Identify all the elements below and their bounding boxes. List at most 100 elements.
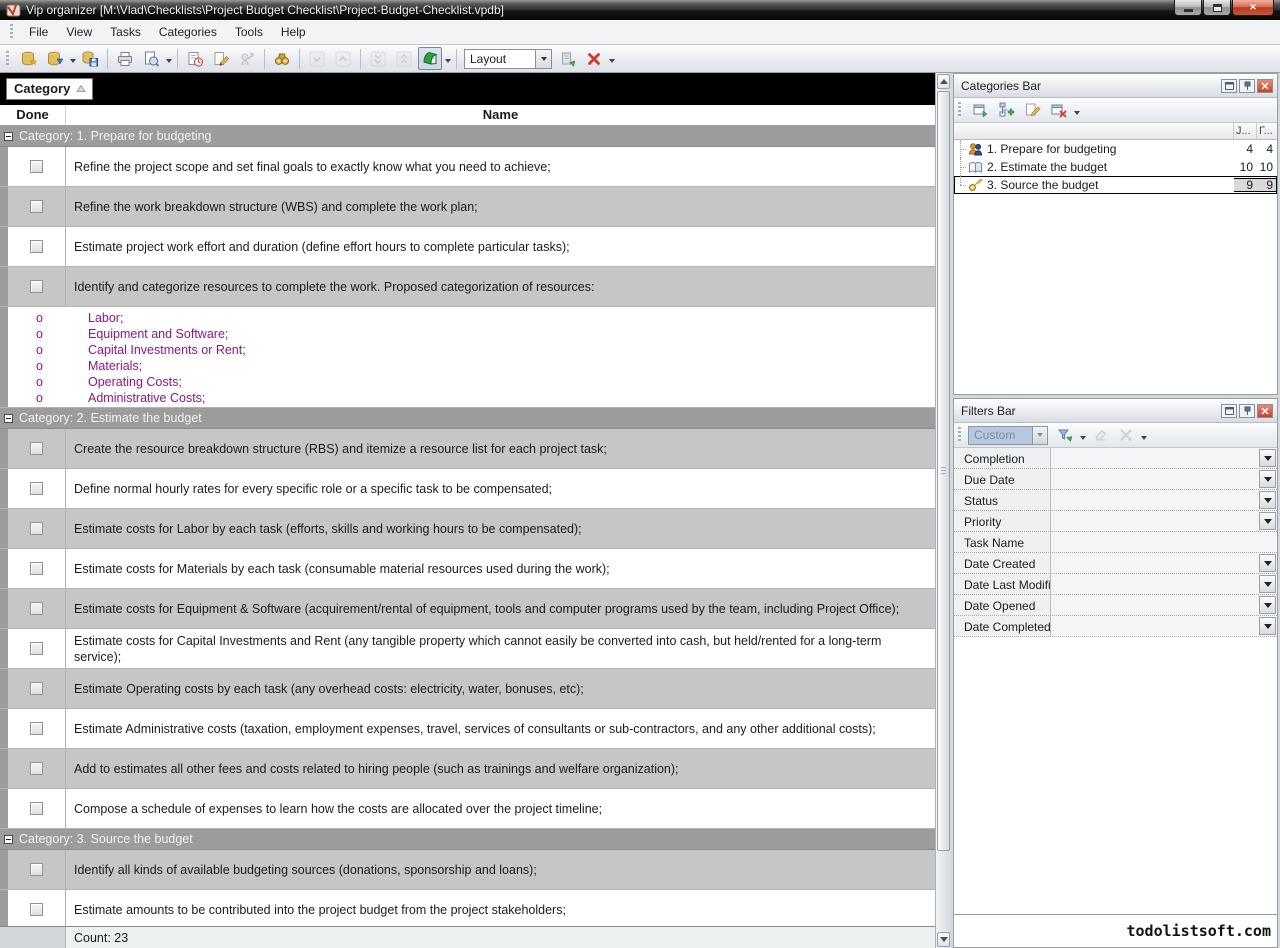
filter-value-cell[interactable]: [1051, 448, 1277, 468]
menu-categories[interactable]: Categories: [150, 22, 226, 42]
menu-file[interactable]: File: [20, 22, 57, 42]
move-top-icon[interactable]: [392, 47, 416, 70]
done-checkbox[interactable]: [30, 682, 43, 695]
filter-value-cell[interactable]: [1051, 511, 1277, 531]
categories-pin-icon[interactable]: [1239, 79, 1255, 93]
delete-category-icon[interactable]: [1047, 99, 1071, 122]
layout-view-icon[interactable]: [418, 47, 442, 70]
minimize-button[interactable]: [1174, 0, 1202, 16]
category-item[interactable]: 2. Estimate the budget1010: [954, 158, 1277, 176]
move-down-icon[interactable]: [305, 47, 329, 70]
menu-view[interactable]: View: [57, 22, 101, 42]
filters-pin-icon[interactable]: [1239, 404, 1255, 418]
done-checkbox[interactable]: [30, 903, 43, 916]
filters-close-icon[interactable]: [1257, 404, 1273, 418]
bullet-list-row[interactable]: oLabor;oEquipment and Software;oCapital …: [0, 307, 935, 408]
filter-preset-select[interactable]: Custom: [968, 426, 1048, 445]
filter-value-cell[interactable]: [1051, 553, 1277, 573]
done-checkbox[interactable]: [30, 482, 43, 495]
task-row[interactable]: Estimate costs for Labor by each task (e…: [0, 509, 935, 549]
remove-filter-icon[interactable]: [1114, 424, 1138, 447]
filter-dropdown-icon[interactable]: [1259, 491, 1276, 509]
apply-filter-dropdown-icon[interactable]: [1078, 424, 1087, 447]
task-row[interactable]: Identify all kinds of available budgetin…: [0, 850, 935, 890]
categories-maximize-icon[interactable]: [1221, 79, 1237, 93]
done-checkbox[interactable]: [30, 762, 43, 775]
collapse-toggle-icon[interactable]: [4, 132, 13, 141]
filter-value-cell[interactable]: [1051, 532, 1277, 552]
task-row[interactable]: Compose a schedule of expenses to learn …: [0, 789, 935, 829]
group-by-category[interactable]: Category: [6, 78, 93, 100]
task-row[interactable]: Estimate Administrative costs (taxation,…: [0, 709, 935, 749]
menu-tools[interactable]: Tools: [226, 22, 272, 42]
done-checkbox[interactable]: [30, 522, 43, 535]
apply-layout-icon[interactable]: [556, 47, 580, 70]
filter-value-cell[interactable]: [1051, 616, 1277, 636]
filter-value-cell[interactable]: [1051, 469, 1277, 489]
task-row[interactable]: Estimate amounts to be contributed into …: [0, 890, 935, 926]
done-checkbox[interactable]: [30, 240, 43, 253]
open-dropdown-icon[interactable]: [68, 47, 77, 70]
new-category-icon[interactable]: [969, 99, 993, 122]
task-row[interactable]: Refine the work breakdown structure (WBS…: [0, 187, 935, 227]
task-row[interactable]: Create the resource breakdown structure …: [0, 429, 935, 469]
apply-filter-icon[interactable]: [1053, 424, 1077, 447]
permissions-icon[interactable]: [235, 47, 259, 70]
task-row[interactable]: Estimate project work effort and duratio…: [0, 227, 935, 267]
filter-value-cell[interactable]: [1051, 595, 1277, 615]
done-checkbox[interactable]: [30, 863, 43, 876]
filter-dropdown-icon[interactable]: [1259, 596, 1276, 614]
categories-toolbar-overflow-icon[interactable]: [1072, 99, 1081, 122]
filter-dropdown-icon[interactable]: [1259, 617, 1276, 635]
filter-dropdown-icon[interactable]: [1259, 470, 1276, 488]
new-database-icon[interactable]: [17, 47, 41, 70]
done-checkbox[interactable]: [30, 722, 43, 735]
column-header-name[interactable]: Name: [66, 105, 935, 125]
move-up-icon[interactable]: [331, 47, 355, 70]
filter-value-cell[interactable]: [1051, 574, 1277, 594]
layout-select-arrow-icon[interactable]: [535, 50, 551, 68]
move-bottom-icon[interactable]: [366, 47, 390, 70]
collapse-toggle-icon[interactable]: [4, 414, 13, 423]
group-row[interactable]: Category: 3. Source the budget: [0, 829, 935, 850]
scroll-up-icon[interactable]: [937, 74, 950, 89]
group-row[interactable]: Category: 2. Estimate the budget: [0, 408, 935, 429]
edit-category-icon[interactable]: [1021, 99, 1045, 122]
done-checkbox[interactable]: [30, 200, 43, 213]
new-task-icon[interactable]: [183, 47, 207, 70]
collapse-toggle-icon[interactable]: [4, 835, 13, 844]
column-header-done[interactable]: Done: [0, 105, 66, 125]
print-icon[interactable]: [113, 47, 137, 70]
categories-close-icon[interactable]: [1257, 79, 1273, 93]
category-item[interactable]: 3. Source the budget99: [954, 176, 1277, 194]
filter-dropdown-icon[interactable]: [1259, 554, 1276, 572]
scroll-down-icon[interactable]: [937, 932, 950, 947]
find-icon[interactable]: [270, 47, 294, 70]
filters-maximize-icon[interactable]: [1221, 404, 1237, 418]
filter-value-cell[interactable]: [1051, 490, 1277, 510]
new-subcategory-icon[interactable]: [995, 99, 1019, 122]
menu-tasks[interactable]: Tasks: [101, 22, 150, 42]
filter-dropdown-icon[interactable]: [1259, 512, 1276, 530]
done-checkbox[interactable]: [30, 562, 43, 575]
done-checkbox[interactable]: [30, 280, 43, 293]
categories-col-2[interactable]: Г...: [1257, 123, 1277, 139]
filter-dropdown-icon[interactable]: [1259, 575, 1276, 593]
done-checkbox[interactable]: [30, 642, 43, 655]
task-row[interactable]: Estimate costs for Materials by each tas…: [0, 549, 935, 589]
filter-dropdown-icon[interactable]: [1259, 449, 1276, 467]
clear-filter-icon[interactable]: [1088, 424, 1112, 447]
task-row[interactable]: Identify and categorize resources to com…: [0, 267, 935, 307]
task-row[interactable]: Estimate Operating costs by each task (a…: [0, 669, 935, 709]
open-database-icon[interactable]: [43, 47, 67, 70]
edit-task-icon[interactable]: [209, 47, 233, 70]
close-button[interactable]: ✕: [1232, 0, 1274, 16]
task-row[interactable]: Add to estimates all other fees and cost…: [0, 749, 935, 789]
print-preview-icon[interactable]: [139, 47, 163, 70]
task-row[interactable]: Refine the project scope and set final g…: [0, 147, 935, 187]
restore-button[interactable]: [1203, 0, 1231, 16]
layout-view-dropdown-icon[interactable]: [443, 47, 452, 70]
layout-select[interactable]: Layout: [464, 49, 552, 69]
done-checkbox[interactable]: [30, 602, 43, 615]
group-row[interactable]: Category: 1. Prepare for budgeting: [0, 126, 935, 147]
